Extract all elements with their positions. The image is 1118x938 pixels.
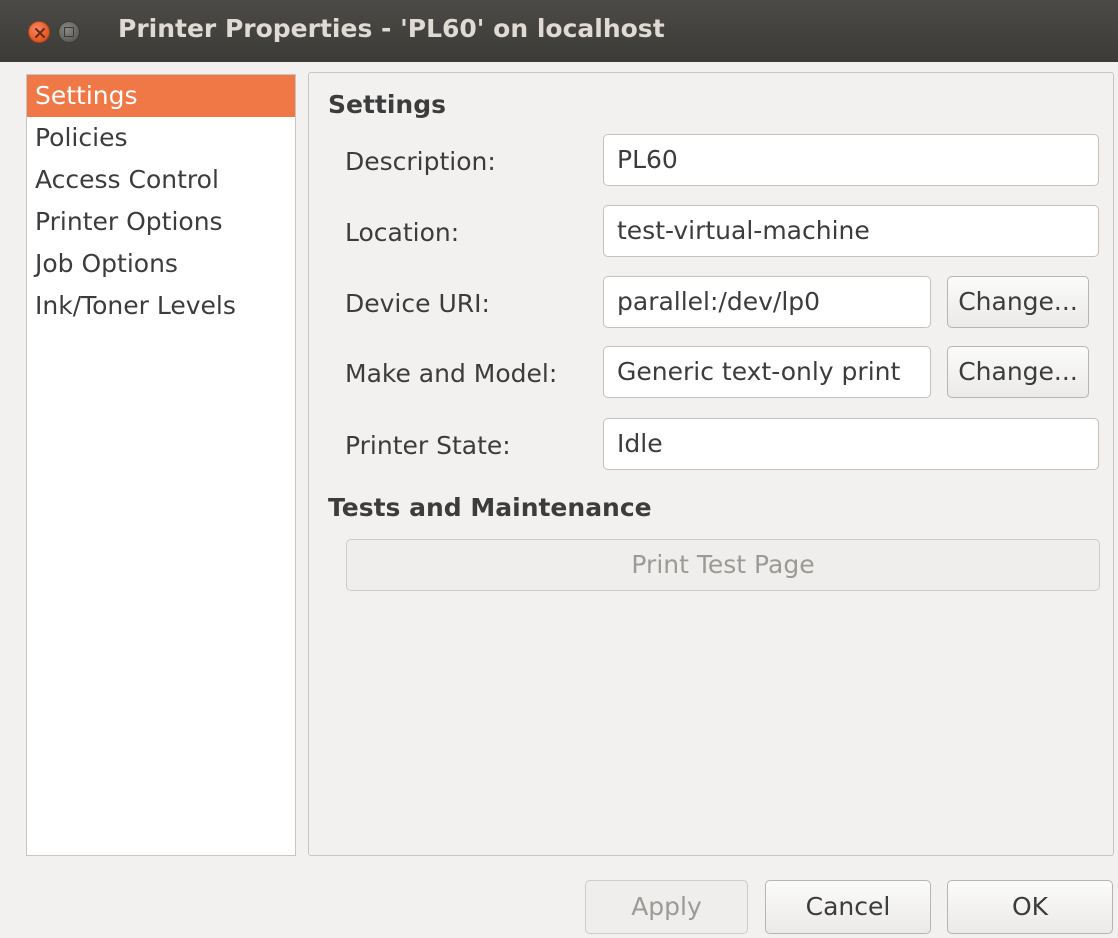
close-icon — [35, 28, 45, 38]
print-test-page-button[interactable]: Print Test Page — [346, 539, 1100, 591]
window-minimize-button[interactable] — [58, 21, 80, 43]
sidebar: Settings Policies Access Control Printer… — [26, 74, 296, 856]
make-and-model-label: Make and Model: — [345, 359, 558, 388]
sidebar-item-policies[interactable]: Policies — [27, 117, 295, 159]
location-label: Location: — [345, 218, 460, 247]
window-close-button[interactable] — [28, 21, 50, 43]
settings-panel: Settings Description: PL60 Location: tes… — [308, 72, 1114, 856]
ok-button[interactable]: OK — [947, 880, 1113, 934]
printer-state-label: Printer State: — [345, 431, 511, 460]
printer-state-field: Idle — [603, 418, 1099, 470]
sidebar-item-printer-options[interactable]: Printer Options — [27, 201, 295, 243]
device-uri-field[interactable]: parallel:/dev/lp0 — [603, 276, 931, 328]
description-field[interactable]: PL60 — [603, 134, 1099, 186]
apply-button[interactable]: Apply — [585, 880, 748, 934]
make-and-model-field[interactable]: Generic text-only print — [603, 346, 931, 398]
minimize-icon — [64, 27, 74, 37]
change-device-uri-button[interactable]: Change... — [947, 276, 1089, 328]
tests-and-maintenance-heading: Tests and Maintenance — [328, 493, 652, 522]
sidebar-item-ink-toner-levels[interactable]: Ink/Toner Levels — [27, 285, 295, 327]
change-make-and-model-button[interactable]: Change... — [947, 346, 1089, 398]
device-uri-label: Device URI: — [345, 289, 490, 318]
location-field[interactable]: test-virtual-machine — [603, 205, 1099, 257]
cancel-button[interactable]: Cancel — [765, 880, 931, 934]
window-title: Printer Properties - 'PL60' on localhost — [118, 14, 665, 43]
settings-heading: Settings — [328, 90, 447, 119]
window-titlebar[interactable]: Printer Properties - 'PL60' on localhost — [0, 0, 1118, 62]
description-label: Description: — [345, 147, 496, 176]
sidebar-item-access-control[interactable]: Access Control — [27, 159, 295, 201]
sidebar-item-job-options[interactable]: Job Options — [27, 243, 295, 285]
sidebar-item-settings[interactable]: Settings — [27, 75, 295, 117]
